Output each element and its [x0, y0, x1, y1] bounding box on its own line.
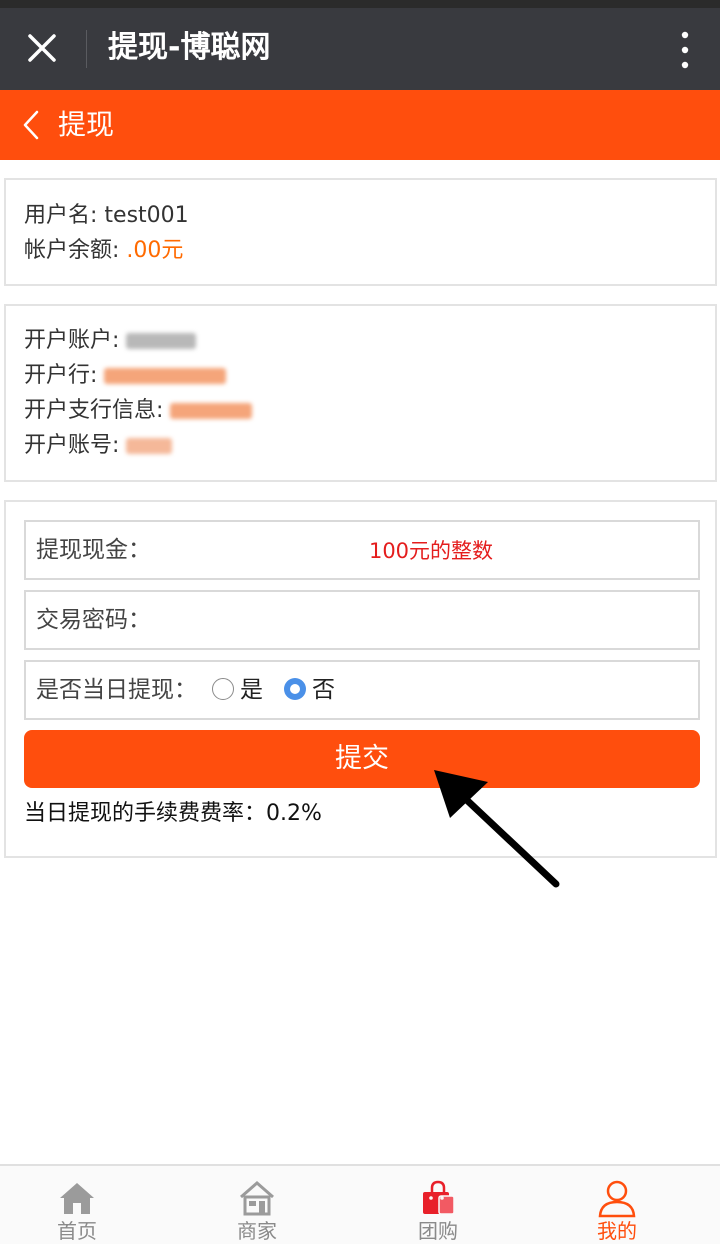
page-title: 提现 [58, 108, 115, 141]
withdraw-form: 提现现金： 交易密码： 是否当日提现： 是 否 提交 当日提现的手续费费率：0.… [4, 500, 717, 858]
branch-info-redacted [170, 403, 253, 419]
tab-home[interactable]: 首页 [0, 1166, 167, 1244]
status-bar [0, 0, 720, 8]
annotation-arrow-icon [434, 770, 560, 888]
tab-home-label: 首页 [57, 1219, 97, 1243]
window-titlebar: 提现-博聪网 [0, 8, 720, 90]
username-label: 用户名: [24, 203, 105, 228]
more-options-icon[interactable] [678, 30, 692, 70]
username-value: test001 [104, 203, 189, 228]
bank-name-redacted [104, 368, 227, 384]
account-card: 用户名: test001 帐户余额: .00元 [4, 178, 717, 286]
shopping-bag-icon [423, 1180, 455, 1215]
fee-rate-note: 当日提现的手续费费率：0.2% [24, 801, 322, 826]
password-label: 交易密码： [36, 607, 151, 633]
back-arrow-icon[interactable] [20, 109, 42, 141]
account-number-redacted [126, 438, 173, 454]
tab-merchants[interactable]: 商家 [167, 1166, 347, 1244]
account-holder-label: 开户账户: [24, 328, 127, 353]
sameday-label: 是否当日提现： [36, 677, 197, 703]
balance-row: 帐户余额: .00元 [24, 233, 715, 268]
bank-name-row: 开户行: [24, 358, 715, 393]
tab-mine[interactable]: 我的 [527, 1166, 707, 1244]
password-row: 交易密码： [24, 590, 700, 650]
account-number-label: 开户账号: [24, 433, 127, 458]
store-icon [240, 1181, 274, 1216]
submit-button[interactable]: 提交 [24, 730, 700, 788]
radio-yes-label[interactable]: 是 [240, 675, 263, 705]
titlebar-divider [86, 30, 87, 68]
bank-name-label: 开户行: [24, 363, 105, 388]
radio-yes[interactable] [212, 678, 234, 700]
tab-group-buy-label: 团购 [418, 1219, 458, 1243]
cash-row: 提现现金： [24, 520, 700, 580]
radio-no[interactable] [284, 678, 306, 700]
balance-value: .00元 [126, 238, 184, 263]
account-holder-row: 开户账户: [24, 323, 715, 358]
cash-label: 提现现金： [36, 537, 151, 563]
cash-input[interactable] [176, 530, 686, 572]
close-icon[interactable] [22, 28, 62, 68]
balance-label: 帐户余额: [24, 238, 127, 263]
tab-mine-label: 我的 [597, 1219, 637, 1243]
tab-merchants-label: 商家 [237, 1219, 277, 1243]
account-number-row: 开户账号: [24, 428, 715, 463]
tab-group-buy[interactable]: 团购 [348, 1166, 528, 1244]
password-input[interactable] [176, 600, 686, 642]
page-header: 提现 [0, 90, 720, 160]
username-row: 用户名: test001 [24, 198, 715, 233]
user-icon [598, 1180, 636, 1218]
branch-info-label: 开户支行信息: [24, 398, 171, 423]
bottom-tab-bar: 首页 商家 团购 我的 [0, 1164, 720, 1244]
bank-info-card: 开户账户: 开户行: 开户支行信息: 开户账号: [4, 304, 717, 482]
window-title: 提现-博聪网 [108, 30, 271, 65]
branch-info-row: 开户支行信息: [24, 393, 715, 428]
radio-no-label[interactable]: 否 [312, 675, 335, 705]
home-icon [60, 1183, 94, 1214]
sameday-row: 是否当日提现： 是 否 [24, 660, 700, 720]
account-holder-redacted [126, 333, 197, 349]
